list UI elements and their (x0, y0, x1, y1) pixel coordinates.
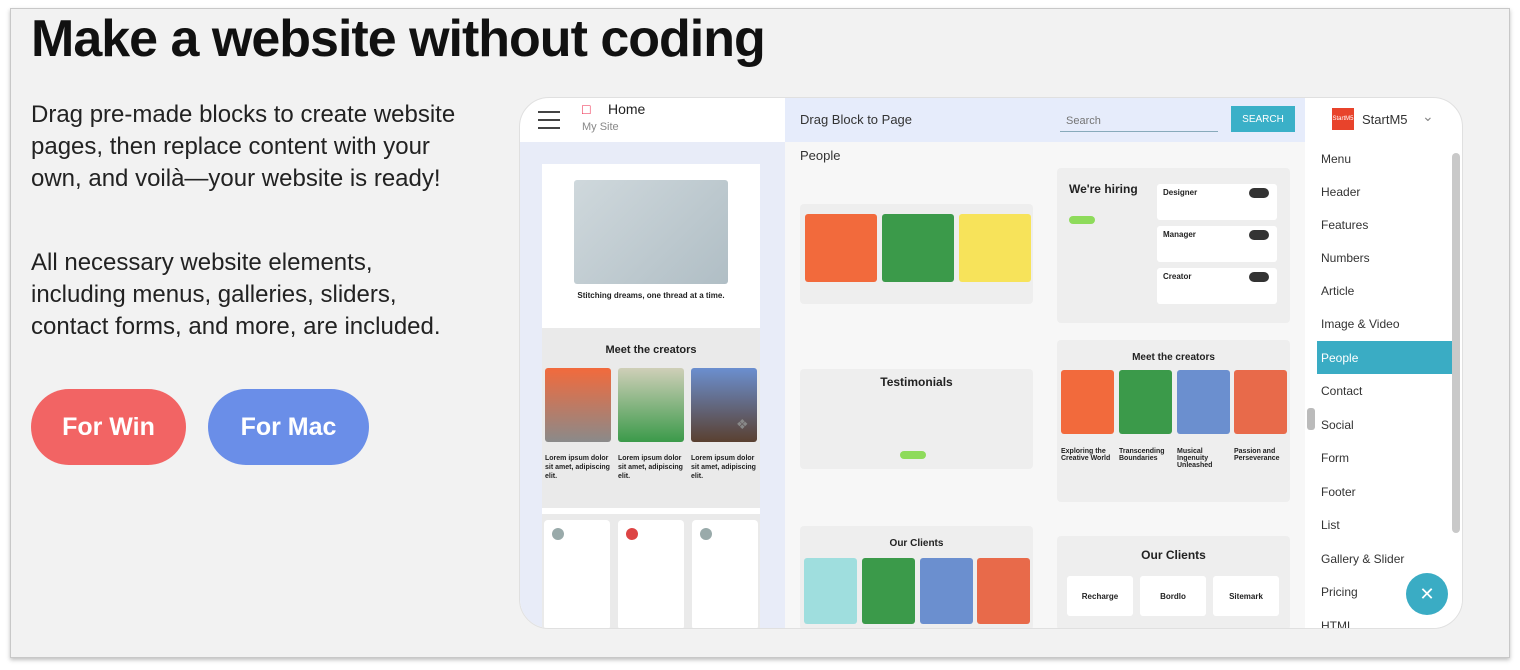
person-photo (805, 214, 877, 282)
preview-page: Stitching dreams, one thread at a time. … (542, 164, 760, 628)
clients-title: Our Clients (1141, 548, 1206, 562)
client-logo: Recharge (1067, 576, 1133, 616)
category-form[interactable]: Form (1317, 441, 1452, 474)
job-title: Manager (1163, 230, 1196, 239)
apply-button[interactable] (1249, 230, 1269, 240)
person-photo (1119, 370, 1172, 434)
job-title: Designer (1163, 188, 1198, 197)
intro-paragraph: Drag pre-made blocks to create website p… (31, 101, 456, 192)
drag-block-label: Drag Block to Page (800, 112, 913, 127)
site-name: My Site (582, 121, 619, 133)
page-frame: Make a website without coding Drag pre-m… (10, 8, 1510, 658)
person-photo (977, 558, 1030, 624)
page-headline: Make a website without coding (31, 10, 766, 68)
search-button[interactable]: SEARCH (1231, 106, 1295, 132)
block-testimonials[interactable]: Testimonials (800, 369, 1033, 469)
person-caption: Lorem ipsum dolor sit amet, adipiscing e… (618, 455, 683, 480)
theme-name: StartM5 (1362, 112, 1408, 127)
testimonial-card (618, 520, 684, 628)
person-photo (1234, 370, 1287, 434)
testimonials-title: Testimonials (880, 375, 953, 389)
preview-section-title: Meet the creators (605, 344, 697, 356)
read-more-button[interactable] (1069, 216, 1095, 224)
theme-selector[interactable]: StartM5 StartM5 ⌄ (1330, 108, 1460, 132)
apply-button[interactable] (1249, 272, 1269, 282)
category-gallery-slider[interactable]: Gallery & Slider (1317, 542, 1452, 575)
category-image-video[interactable]: Image & Video (1317, 307, 1452, 340)
creator-caption: Transcending Boundaries (1119, 448, 1165, 462)
blocks-library: People We're hiring Designer Manager Cre… (785, 142, 1305, 628)
category-header[interactable]: Header (1317, 175, 1452, 208)
app-screenshot-window: □ Home My Site Drag Block to Page SEARCH… (519, 97, 1463, 629)
download-mac-button[interactable]: For Mac (208, 389, 369, 465)
block-clients-logos[interactable]: Our Clients Recharge Bordlo Sitemark (1057, 536, 1290, 628)
page-preview: Stitching dreams, one thread at a time. … (520, 142, 785, 628)
person-photo (920, 558, 973, 624)
hero-image (574, 180, 728, 284)
logo-tile (959, 214, 1031, 282)
blocks-section-label: People (800, 148, 841, 163)
blocks-scrollbar[interactable] (1307, 408, 1315, 430)
category-list[interactable]: List (1317, 508, 1452, 541)
testimonial-card (544, 520, 610, 628)
category-menu[interactable]: Menu (1317, 142, 1452, 175)
person-caption: Lorem ipsum dolor sit amet, adipiscing e… (545, 455, 610, 480)
block-people-gallery[interactable] (800, 204, 1033, 304)
person-photo (882, 214, 954, 282)
features-paragraph: All necessary website elements, includin… (31, 249, 441, 340)
block-clients-gallery[interactable]: Our Clients (800, 526, 1033, 628)
close-icon[interactable]: ✕ (1406, 573, 1448, 615)
creator-caption: Musical Ingenuity Unleashed (1177, 448, 1213, 469)
avatar (552, 528, 564, 540)
apply-button[interactable] (1249, 188, 1269, 198)
app-header: □ Home My Site Drag Block to Page SEARCH… (520, 98, 1462, 142)
testimonial-card (692, 520, 758, 628)
category-scrollbar[interactable] (1452, 153, 1460, 533)
category-social[interactable]: Social (1317, 408, 1452, 441)
person-caption: Lorem ipsum dolor sit amet, adipiscing e… (691, 455, 756, 480)
category-footer[interactable]: Footer (1317, 475, 1452, 508)
job-title: Creator (1163, 272, 1192, 281)
preview-testimonials (542, 514, 760, 628)
block-toolbar: Drag Block to Page SEARCH (785, 98, 1305, 142)
block-search-input[interactable] (1060, 110, 1218, 132)
clients-title: Our Clients (889, 538, 944, 549)
block-hiring[interactable]: We're hiring Designer Manager Creator (1057, 168, 1290, 323)
category-article[interactable]: Article (1317, 274, 1452, 307)
client-logo: Sitemark (1213, 576, 1279, 616)
job-row: Designer (1157, 184, 1277, 220)
category-features[interactable]: Features (1317, 208, 1452, 241)
client-logo: Bordlo (1140, 576, 1206, 616)
theme-logo: StartM5 (1332, 108, 1354, 130)
creators-title: Meet the creators (1132, 352, 1215, 363)
page-icon: □ (582, 101, 591, 117)
menu-icon[interactable] (538, 111, 560, 129)
avatar (626, 528, 638, 540)
creator-caption: Passion and Perseverance (1234, 448, 1280, 462)
category-contact[interactable]: Contact (1317, 374, 1452, 407)
logo-tile (804, 558, 857, 624)
drag-handle-icon[interactable]: ❖ (736, 416, 749, 433)
block-category-list: Menu Header Features Numbers Article Ima… (1305, 142, 1462, 628)
download-win-button[interactable]: For Win (31, 389, 186, 465)
hiring-title: We're hiring (1069, 182, 1138, 196)
person-photo (618, 368, 684, 442)
job-row: Manager (1157, 226, 1277, 262)
person-photo (1061, 370, 1114, 434)
job-row: Creator (1157, 268, 1277, 304)
person-photo (1177, 370, 1230, 434)
read-more-button[interactable] (900, 451, 926, 459)
chevron-down-icon[interactable]: ⌄ (1422, 108, 1434, 125)
category-people[interactable]: People (1317, 341, 1452, 374)
block-meet-creators[interactable]: Meet the creators Exploring the Creative… (1057, 340, 1290, 502)
creator-caption: Exploring the Creative World (1061, 448, 1111, 462)
hero-caption: Stitching dreams, one thread at a time. (577, 291, 725, 300)
preview-people-section: Meet the creators Lorem ipsum dolor sit … (542, 328, 760, 508)
person-photo (545, 368, 611, 442)
page-title[interactable]: Home (608, 101, 645, 117)
category-numbers[interactable]: Numbers (1317, 241, 1452, 274)
person-photo (862, 558, 915, 624)
avatar (700, 528, 712, 540)
